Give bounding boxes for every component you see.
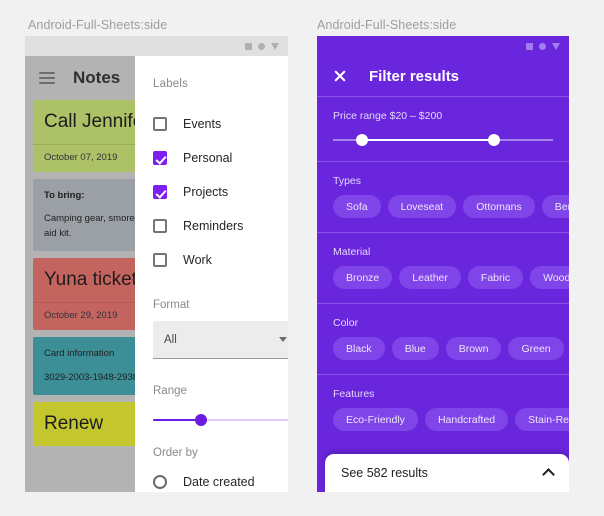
notes-app-title: Notes (73, 68, 121, 87)
square-icon (245, 42, 252, 50)
range-slider-thumb[interactable] (194, 414, 207, 426)
material-section: Material Bronze Leather Fabric Wood Stee… (317, 232, 569, 303)
material-label: Material (333, 246, 371, 258)
left-status-bar (25, 36, 288, 56)
features-label: Features (333, 388, 375, 400)
order-by-section-title: Order by (153, 447, 198, 459)
color-section: Color Black Blue Brown Green Multicolor (317, 303, 569, 374)
right-status-bar (317, 36, 569, 56)
checkbox-personal[interactable] (153, 151, 167, 165)
chip-brown[interactable]: Brown (445, 337, 502, 360)
features-section: Features Eco-Friendly Handcrafted Stain-… (317, 374, 569, 445)
see-results-label: See 582 results (341, 466, 428, 480)
checkbox-projects[interactable] (153, 185, 167, 199)
chip-handcrafted[interactable]: Handcrafted (424, 408, 509, 431)
chip-benches[interactable]: Benches (541, 195, 569, 218)
format-section-title: Format (153, 299, 190, 311)
triangle-down-icon (271, 42, 279, 50)
square-icon (526, 42, 533, 50)
color-label: Color (333, 317, 359, 329)
range-section-title: Range (153, 385, 187, 397)
checkbox-row-personal[interactable]: Personal (153, 141, 288, 175)
checkbox-row-reminders[interactable]: Reminders (153, 209, 288, 243)
checkbox-row-events[interactable]: Events (153, 107, 288, 141)
checkbox-row-projects[interactable]: Projects (153, 175, 288, 209)
range-slider[interactable] (153, 413, 288, 427)
checkbox-events[interactable] (153, 117, 167, 131)
chip-green[interactable]: Green (508, 337, 564, 360)
chip-fabric[interactable]: Fabric (467, 266, 524, 289)
chip-stain-resistent[interactable]: Stain-Resistent (515, 408, 569, 431)
price-slider-fill (361, 139, 494, 141)
chip-blue[interactable]: Blue (391, 337, 439, 360)
checkbox-label: Events (183, 117, 222, 131)
chip-black[interactable]: Black (333, 337, 385, 360)
price-range-label: Price range $20 – $200 (333, 110, 443, 122)
left-panel-caption: Android-Full-Sheets:side (28, 18, 168, 32)
format-select-value: All (164, 333, 177, 346)
close-x-icon[interactable] (333, 69, 347, 83)
price-slider-max-thumb[interactable] (487, 134, 500, 146)
circle-icon (258, 42, 265, 50)
right-panel-caption: Android-Full-Sheets:side (317, 18, 457, 32)
checkbox-label: Personal (183, 151, 233, 165)
chip-loveseat[interactable]: Loveseat (387, 195, 457, 218)
filter-title: Filter results (369, 67, 460, 85)
filter-results-sheet: Filter results Price range $20 – $200 Ty… (317, 56, 569, 492)
range-slider-fill (153, 419, 201, 421)
radio-date-created[interactable] (153, 475, 167, 489)
chip-bronze[interactable]: Bronze (333, 266, 393, 289)
circle-icon (539, 42, 546, 50)
checkbox-row-work[interactable]: Work (153, 243, 288, 277)
chip-ottomans[interactable]: Ottomans (463, 195, 535, 218)
chevron-up-icon[interactable] (542, 468, 555, 481)
chip-sofa[interactable]: Sofa (333, 195, 381, 218)
radio-label: Date created (183, 475, 255, 489)
types-chip-row: Sofa Loveseat Ottomans Benches Chairs (333, 195, 569, 218)
chip-eco-friendly[interactable]: Eco-Friendly (333, 408, 418, 431)
triangle-down-icon (552, 42, 560, 50)
format-select[interactable]: All (153, 321, 288, 359)
chevron-down-icon (279, 337, 287, 342)
checkbox-reminders[interactable] (153, 219, 167, 233)
price-range-slider[interactable] (333, 133, 553, 147)
labels-section-title: Labels (153, 78, 189, 90)
types-label: Types (333, 175, 362, 187)
screenshot-stage: Android-Full-Sheets:side Notes Call Jenn… (0, 0, 604, 516)
price-slider-min-thumb[interactable] (355, 134, 368, 146)
hamburger-menu-icon[interactable] (39, 72, 55, 84)
checkbox-work[interactable] (153, 253, 167, 267)
right-device-frame: Filter results Price range $20 – $200 Ty… (317, 36, 569, 492)
checkbox-label: Work (183, 253, 212, 267)
types-section: Types Sofa Loveseat Ottomans Benches Cha… (317, 161, 569, 232)
chip-leather[interactable]: Leather (399, 266, 461, 289)
checkbox-label: Reminders (183, 219, 244, 233)
chip-wood[interactable]: Wood (530, 266, 569, 289)
features-chip-row: Eco-Friendly Handcrafted Stain-Resistent (333, 408, 569, 431)
see-results-bottom-sheet[interactable]: See 582 results (325, 454, 569, 492)
side-sheet: Labels Events Personal Projects Reminder… (135, 56, 288, 492)
checkbox-label: Projects (183, 185, 229, 199)
material-chip-row: Bronze Leather Fabric Wood Steel (333, 266, 569, 289)
left-device-frame: Notes Call Jennifer October 07, 2019 To … (25, 36, 288, 492)
filter-top-bar: Filter results (317, 56, 569, 96)
color-chip-row: Black Blue Brown Green Multicolor (333, 337, 564, 360)
price-range-section: Price range $20 – $200 (317, 96, 569, 161)
radio-row-date-created[interactable]: Date created (153, 467, 288, 492)
